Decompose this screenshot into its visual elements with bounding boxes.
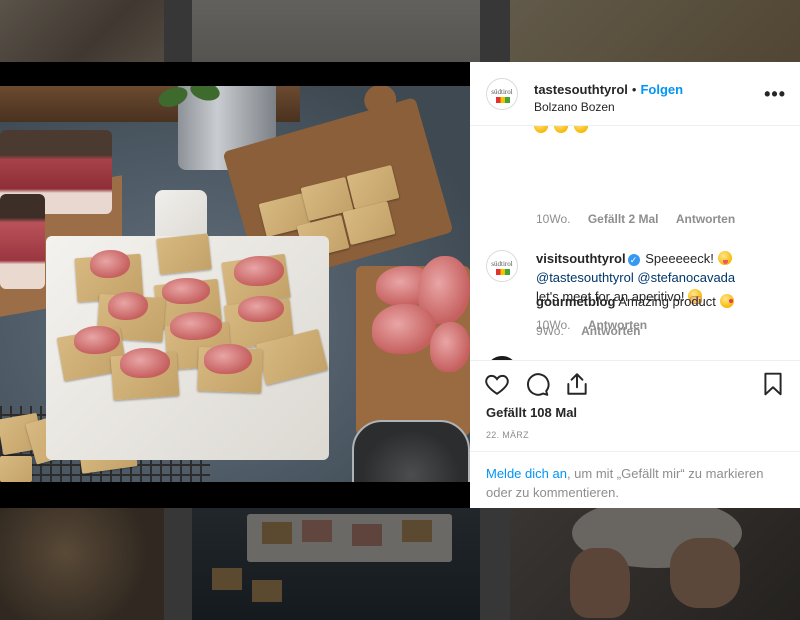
separator-dot: • (631, 82, 637, 97)
comment-text: Amazing product (618, 294, 716, 309)
avatar-logo-text: südtirol (491, 260, 513, 268)
share-icon[interactable] (564, 371, 590, 397)
avatar-logo-text: südtirol (491, 88, 513, 96)
post-details-panel: südtirol tastesouthtyrol • Folgen Bolzano … (470, 62, 800, 508)
header-user-line: tastesouthtyrol • Folgen (534, 82, 683, 97)
avatar-logo-mark (496, 97, 510, 103)
comment-body: gourmetblog Amazing product (536, 292, 786, 311)
wink-emoji-icon (553, 126, 568, 133)
commenter-avatar[interactable]: südtirol (486, 250, 518, 282)
follow-button[interactable]: Folgen (640, 82, 683, 97)
comment-meta: 10Wo. Gefällt 2 Mal Antworten (536, 212, 749, 226)
heart-icon[interactable] (484, 371, 510, 397)
post-location[interactable]: Bolzano Bozen (534, 100, 615, 114)
like-count[interactable]: Gefällt 108 Mal (486, 405, 577, 420)
commenter-username[interactable]: visitsouthtyrol (536, 251, 626, 266)
bookmark-icon[interactable] (760, 371, 786, 397)
more-dots-icon[interactable]: ••• (764, 84, 786, 105)
post-date[interactable]: 22. MÄRZ (486, 430, 529, 440)
mention-link[interactable]: @tastesouthtyrol (536, 270, 634, 285)
login-prompt: Melde dich an, um mit „Gefällt mir“ zu m… (470, 451, 800, 509)
kiss-emoji-icon (719, 294, 734, 308)
comment-icon[interactable] (524, 371, 550, 397)
mention-link[interactable]: @stefanocavada (637, 270, 735, 285)
comment-time[interactable]: 10Wo. (536, 212, 570, 226)
commenter-username[interactable]: gourmetblog (536, 294, 615, 309)
wink-emoji-icon (573, 126, 588, 133)
reply-button[interactable]: Antworten (676, 212, 735, 226)
avatar-logo-mark (496, 269, 510, 275)
author-username[interactable]: tastesouthtyrol (534, 82, 628, 97)
post-image (0, 62, 470, 508)
cutoff-comment-emojis (534, 126, 588, 134)
comment-likes[interactable]: Gefällt 2 Mal (588, 212, 659, 226)
author-avatar[interactable]: südtirol (486, 78, 518, 110)
login-link[interactable]: Melde dich an (486, 466, 567, 481)
reply-button[interactable]: Antworten (581, 324, 640, 338)
post-actions: Gefällt 108 Mal 22. MÄRZ Melde dich an, … (470, 360, 800, 508)
comment-time[interactable]: 9Wo. (536, 324, 564, 338)
login-prompt-text: Melde dich an, um mit „Gefällt mir“ zu m… (486, 464, 786, 502)
wink-emoji-icon (534, 126, 548, 133)
post-header: südtirol tastesouthtyrol • Folgen Bolzano … (470, 62, 800, 126)
tongue-emoji-icon (717, 251, 732, 265)
comment-meta: 9Wo. Antworten (536, 324, 654, 338)
verified-badge-icon: ✓ (627, 253, 640, 266)
comment-text: Speeeeeck! (645, 251, 714, 266)
